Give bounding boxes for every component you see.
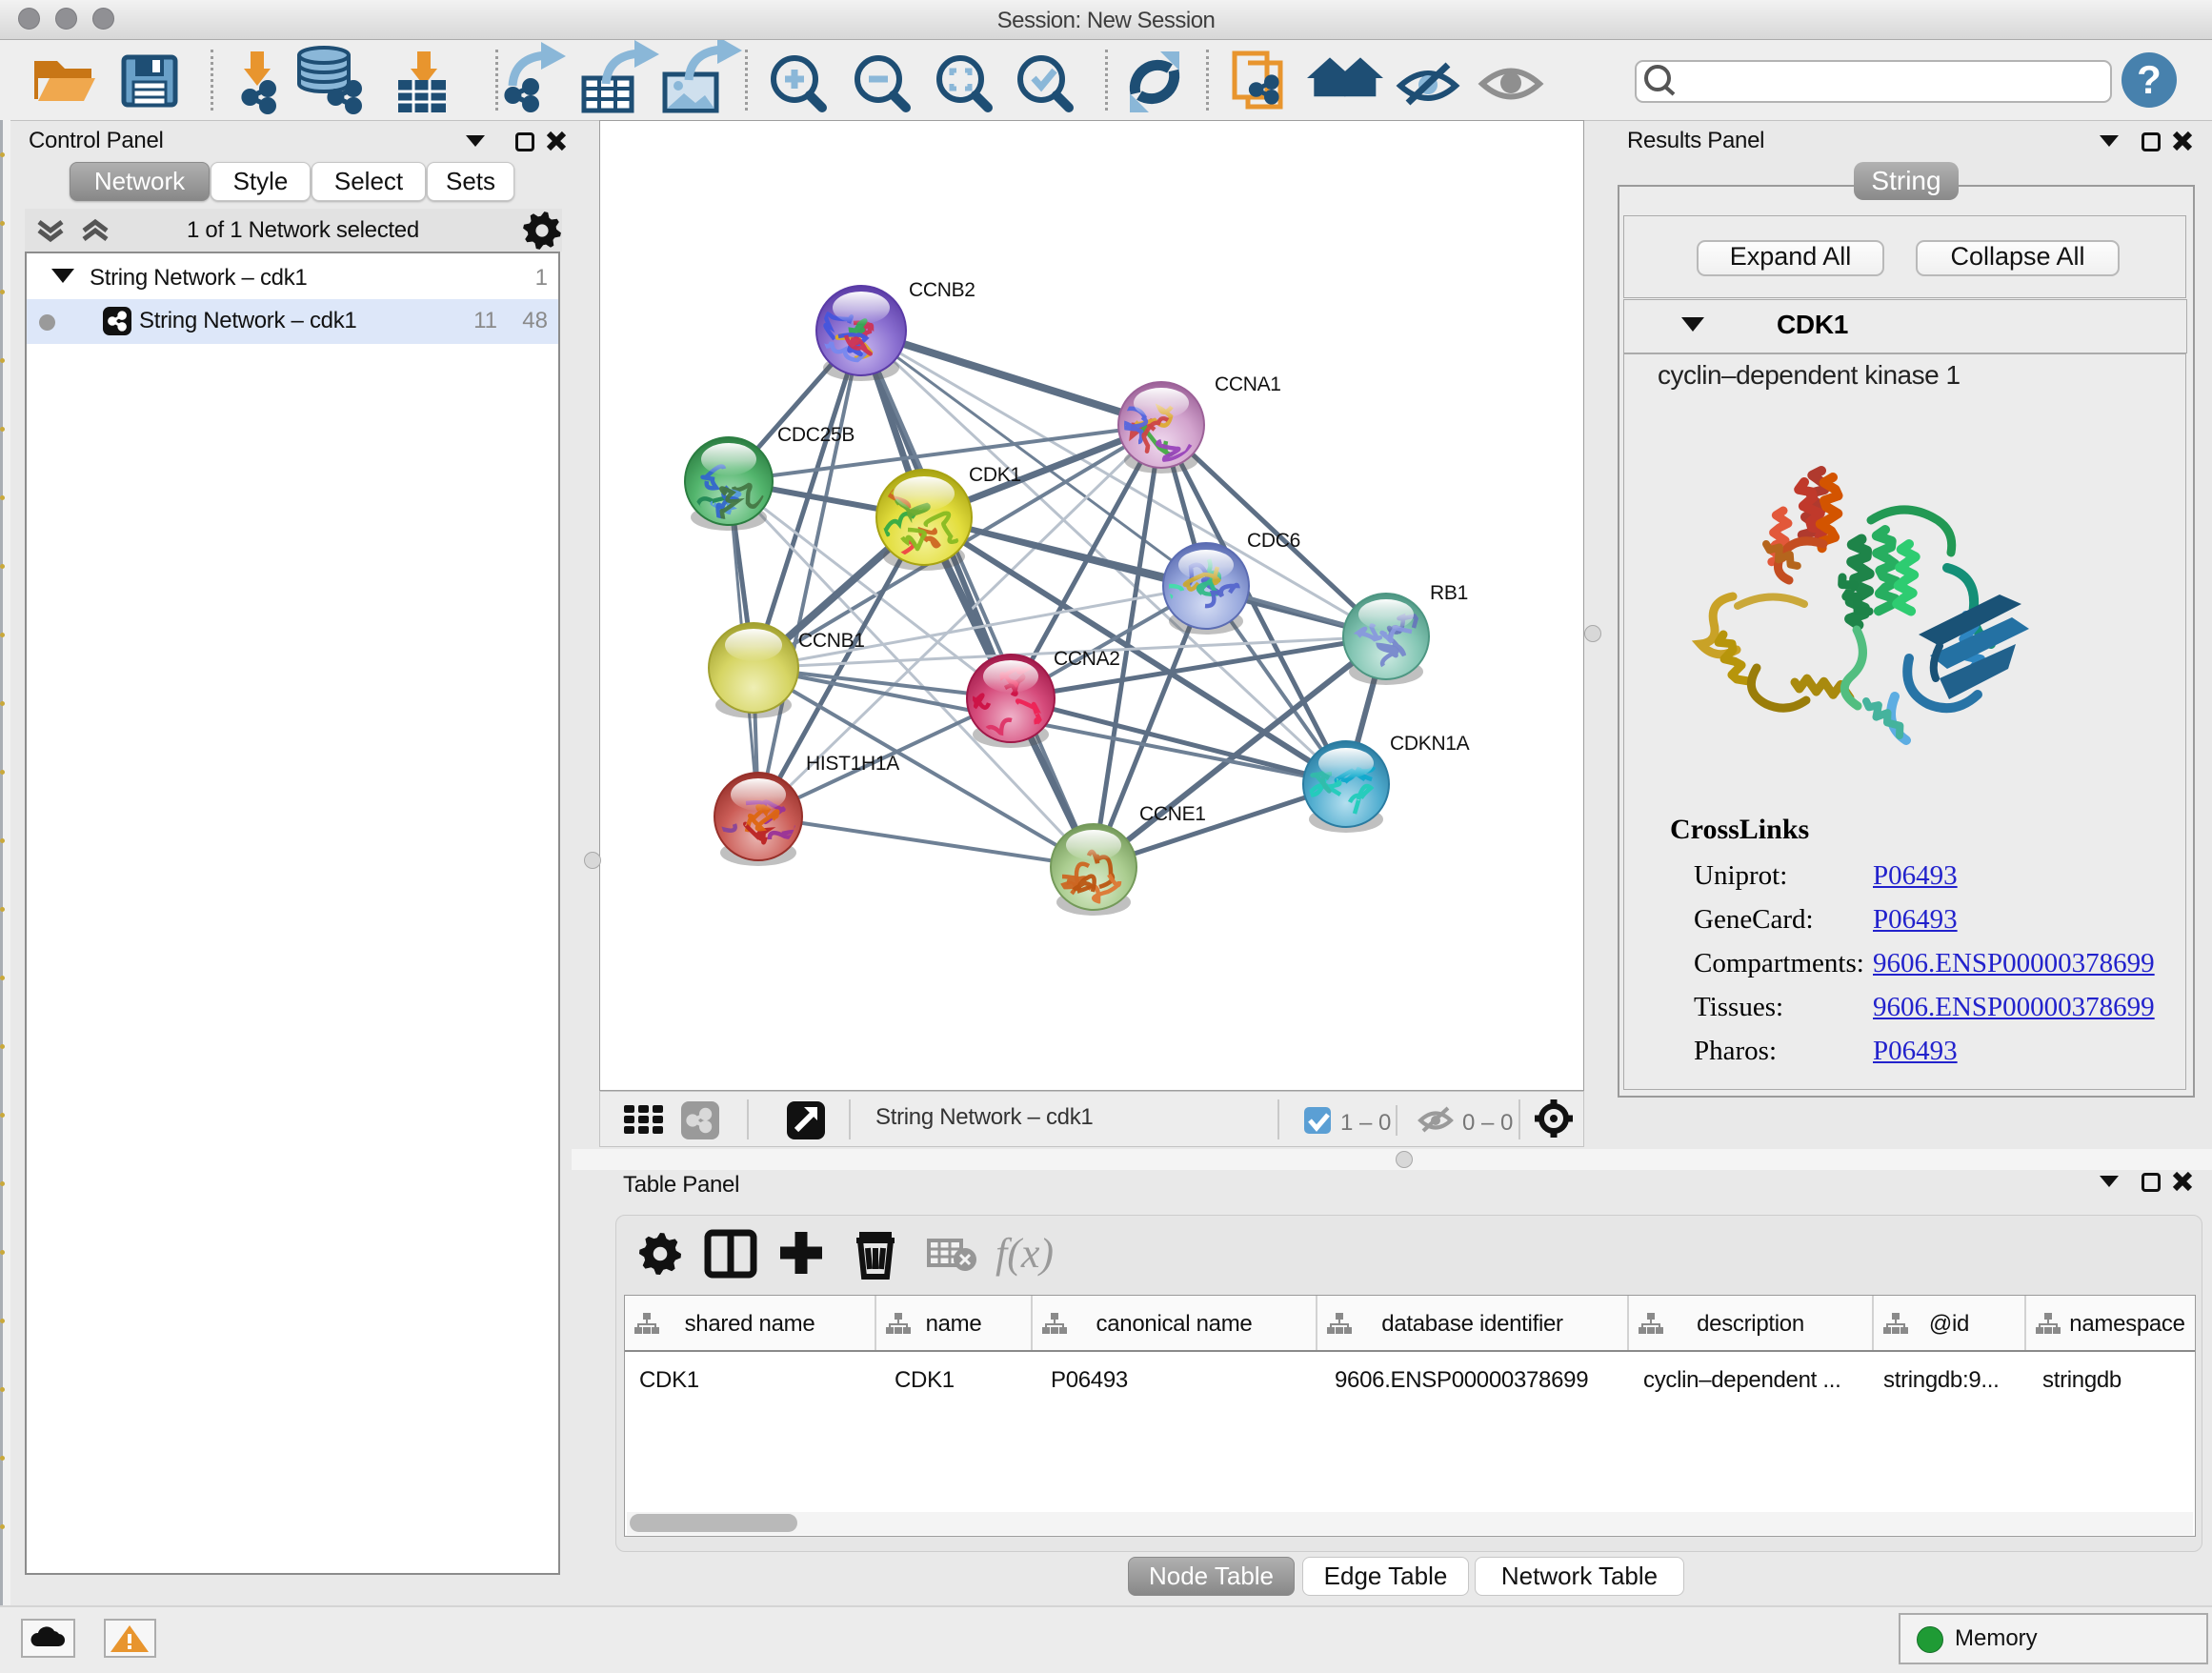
svg-text:CCNB1: CCNB1 (798, 630, 865, 652)
svg-text:CCNA2: CCNA2 (1054, 648, 1120, 670)
svg-text:CDK1: CDK1 (969, 464, 1021, 486)
svg-text:CDC25B: CDC25B (777, 424, 855, 446)
svg-text:f(x): f(x) (995, 1230, 1054, 1277)
svg-text:CCNA1: CCNA1 (1215, 373, 1281, 395)
svg-text:1 – 0: 1 – 0 (1340, 1110, 1391, 1136)
svg-text:CCNB2: CCNB2 (909, 279, 975, 301)
svg-text:CDC6: CDC6 (1247, 530, 1300, 552)
svg-text:CDKN1A: CDKN1A (1390, 733, 1470, 755)
svg-text:RB1: RB1 (1430, 582, 1468, 604)
svg-text:CCNE1: CCNE1 (1139, 803, 1206, 825)
svg-text:0 – 0: 0 – 0 (1462, 1110, 1513, 1136)
svg-text:HIST1H1A: HIST1H1A (806, 753, 899, 775)
